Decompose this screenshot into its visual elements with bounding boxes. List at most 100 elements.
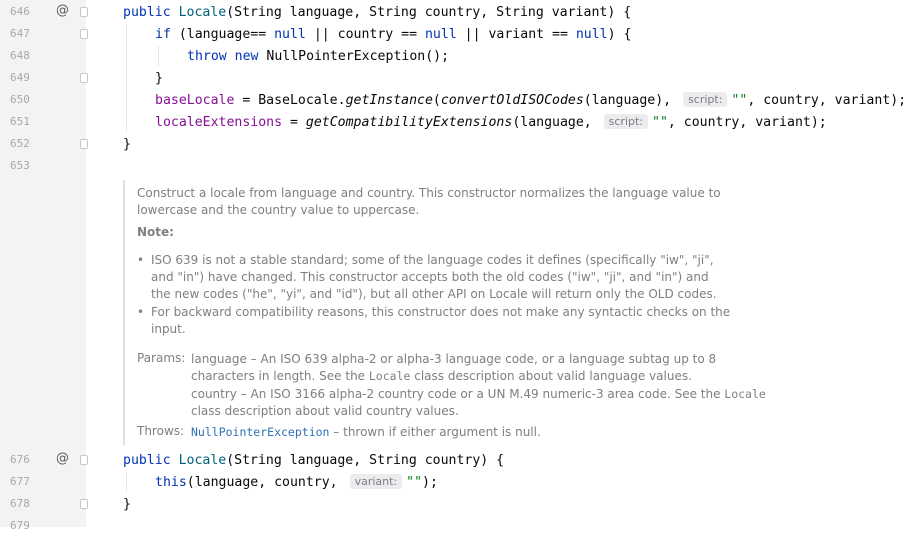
code-text: }	[123, 137, 131, 152]
gutter-line-646[interactable]: 646 @	[0, 2, 88, 24]
code-text: (language),	[583, 93, 680, 108]
doc-throws-label: Throws:	[137, 424, 185, 438]
bullet-icon: •	[137, 253, 145, 267]
param-text: country – An ISO 3166 alpha-2 country co…	[191, 387, 725, 401]
code-text: }	[155, 71, 163, 86]
method-name: getInstance	[345, 93, 433, 108]
rendered-javadoc[interactable]: Construct a locale from language and cou…	[123, 180, 915, 445]
line-number: 650	[10, 93, 30, 106]
code-text: );	[422, 475, 438, 490]
keyword: new	[234, 49, 267, 64]
bullet-icon: •	[137, 305, 145, 319]
override-marker-icon[interactable]: @	[56, 3, 69, 18]
code-line-648[interactable]: throw new NullPointerException();	[187, 46, 449, 68]
code-text: =	[282, 115, 306, 130]
code-text: (language,	[512, 115, 600, 130]
keyword: null	[424, 27, 457, 42]
gutter-line-651[interactable]: 651	[0, 112, 86, 134]
doc-bullet-text: For backward compatibility reasons, this…	[151, 305, 731, 336]
method-name: convertOldISOCodes	[440, 93, 584, 108]
code-text: (language, country,	[186, 475, 346, 490]
line-number: 647	[10, 27, 30, 40]
doc-params-label: Params:	[137, 351, 186, 365]
fold-marker-icon[interactable]	[80, 29, 88, 39]
line-number: 646	[10, 5, 30, 18]
field-name: baseLocale	[155, 93, 235, 108]
doc-param-language: language – An ISO 639 alpha-2 or alpha-3…	[191, 351, 771, 385]
parameter-hint: script:	[683, 92, 728, 107]
exception-link[interactable]: NullPointerException	[191, 425, 329, 439]
gutter-line-648[interactable]: 648	[0, 46, 86, 68]
fold-marker-icon[interactable]	[80, 73, 88, 83]
line-number: 676	[10, 453, 30, 466]
code-line-652[interactable]: }	[123, 134, 131, 156]
keyword: null	[575, 27, 608, 42]
code-line-678[interactable]: }	[123, 494, 131, 516]
code-text: (	[432, 93, 441, 108]
fold-marker-icon[interactable]	[80, 455, 88, 465]
param-text: class description about valid country va…	[191, 404, 459, 418]
keyword: if	[155, 27, 171, 42]
gutter-line-652[interactable]: 652	[0, 134, 88, 156]
line-number: 651	[10, 115, 30, 128]
line-number: 678	[10, 497, 30, 510]
param-code: Locale	[368, 369, 411, 383]
keyword: this	[155, 475, 187, 490]
fold-marker-icon[interactable]	[80, 7, 88, 17]
code-line-677[interactable]: this(language, country, variant: "");	[155, 472, 438, 494]
keyword: throw	[187, 49, 235, 64]
gutter-line-678[interactable]: 678	[0, 494, 88, 516]
code-text: (String language, String country, String…	[226, 5, 632, 20]
line-number: 649	[10, 71, 30, 84]
code-text: NullPointerException();	[266, 49, 450, 64]
constructor-name: Locale	[178, 453, 227, 468]
string-literal: ""	[406, 475, 423, 490]
param-text: class description about valid language v…	[410, 369, 692, 383]
indent-guide	[126, 472, 127, 492]
line-number: 677	[10, 475, 30, 488]
line-number: 679	[10, 519, 30, 532]
code-line-651[interactable]: localeExtensions = getCompatibilityExten…	[155, 112, 827, 134]
code-text: = BaseLocale.	[234, 93, 346, 108]
code-line-676[interactable]: public Locale(String language, String co…	[123, 450, 504, 472]
code-text: (language==	[170, 27, 275, 42]
gutter-line-679[interactable]: 679	[0, 516, 86, 538]
gutter-line-676[interactable]: 676 @	[0, 450, 88, 472]
code-text: }	[123, 497, 131, 512]
indent-guide	[126, 24, 127, 132]
doc-bullet: • For backward compatibility reasons, th…	[137, 304, 737, 338]
field-name: localeExtensions	[155, 115, 283, 130]
code-line-647[interactable]: if (language== null || country == null |…	[155, 24, 631, 46]
code-line-650[interactable]: baseLocale = BaseLocale.getInstance(conv…	[155, 90, 906, 112]
parameter-hint: variant:	[349, 474, 403, 489]
code-text: , country, variant);	[667, 115, 827, 130]
method-name: getCompatibilityExtensions	[305, 115, 513, 130]
line-number: 653	[10, 159, 30, 172]
keyword: null	[274, 27, 306, 42]
param-code: Locale	[724, 387, 766, 401]
doc-description: Construct a locale from language and cou…	[137, 186, 721, 217]
gutter-line-650[interactable]: 650	[0, 90, 86, 112]
code-text: , country, variant);	[747, 93, 907, 108]
override-marker-icon[interactable]: @	[56, 451, 69, 466]
gutter-line-677[interactable]: 677	[0, 472, 86, 494]
gutter-line-647[interactable]: 647	[0, 24, 88, 46]
indent-guide	[158, 46, 159, 66]
keyword: public	[123, 453, 179, 468]
throws-text: – thrown if either argument is null.	[329, 425, 541, 439]
parameter-hint: script:	[603, 114, 649, 129]
gutter-line-649[interactable]: 649	[0, 68, 88, 90]
line-number: 652	[10, 137, 30, 150]
code-text: (String language, String country) {	[226, 453, 505, 468]
string-literal: ""	[652, 115, 668, 130]
keyword: public	[123, 5, 179, 20]
constructor-name: Locale	[178, 5, 227, 20]
doc-note-label: Note:	[137, 225, 174, 239]
code-line-646[interactable]: public Locale(String language, String co…	[123, 2, 631, 24]
code-line-649[interactable]: }	[155, 68, 163, 90]
fold-marker-icon[interactable]	[80, 499, 88, 509]
gutter-line-653[interactable]: 653	[0, 156, 86, 178]
code-text: || country ==	[305, 27, 425, 42]
fold-marker-icon[interactable]	[80, 139, 88, 149]
doc-param-country: country – An ISO 3166 alpha-2 country co…	[191, 386, 771, 420]
